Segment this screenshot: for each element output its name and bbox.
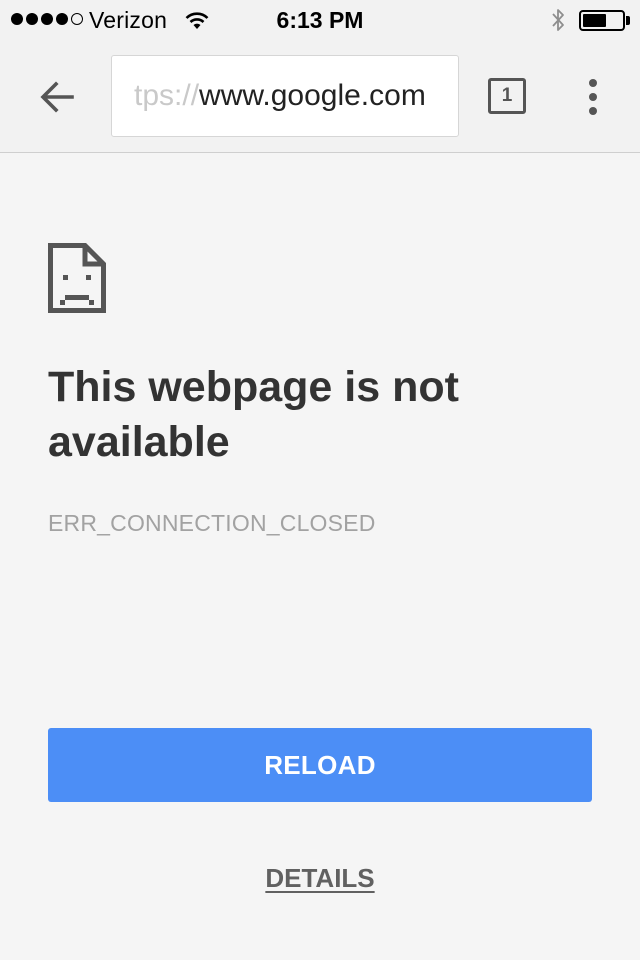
tab-count: 1: [501, 85, 513, 106]
browser-toolbar: tps://www.google.com 1: [0, 40, 640, 153]
url-host: www.google.com: [199, 79, 426, 112]
battery-icon: [579, 10, 625, 31]
error-code: ERR_CONNECTION_CLOSED: [48, 510, 376, 536]
back-button[interactable]: [30, 70, 84, 124]
more-vertical-icon[interactable]: [582, 75, 604, 119]
address-bar[interactable]: tps://www.google.com: [111, 55, 459, 137]
details-link-wrapper: DETAILS: [0, 863, 640, 894]
sad-document-icon: [48, 243, 106, 318]
reload-button[interactable]: RELOAD: [48, 728, 592, 802]
url-text: tps://www.google.com: [134, 79, 426, 113]
details-link[interactable]: DETAILS: [265, 863, 374, 893]
tab-switcher-button[interactable]: 1: [488, 78, 526, 114]
status-bar: Verizon 6:13 PM: [0, 0, 640, 40]
error-heading: This webpage is not available: [48, 363, 459, 466]
arrow-left-icon: [40, 81, 74, 113]
battery-nub: [626, 16, 630, 25]
battery-level: [583, 14, 606, 27]
bluetooth-icon: [550, 7, 566, 38]
url-scheme: tps://: [134, 79, 200, 112]
status-time: 6:13 PM: [276, 7, 364, 33]
